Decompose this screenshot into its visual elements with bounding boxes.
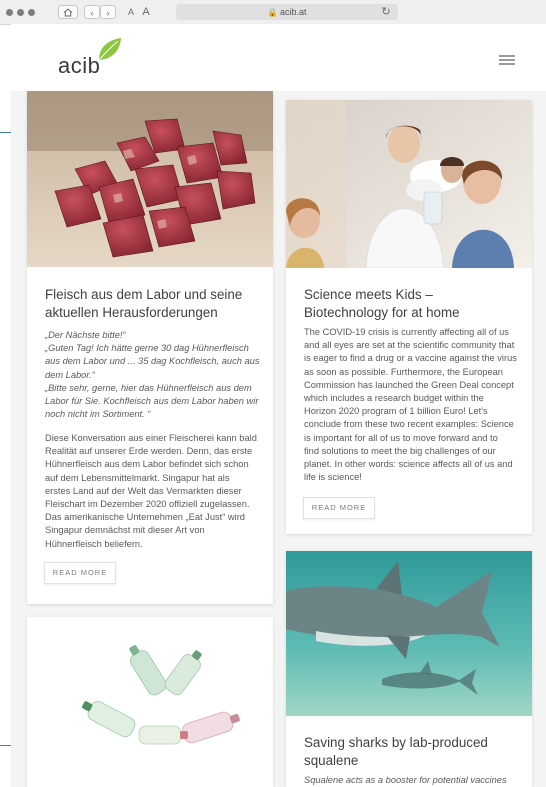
article-image-sharks[interactable]	[286, 551, 532, 716]
article-card-science-kids: Science meets Kids – Biotechnology for a…	[286, 100, 532, 534]
article-image-recycling-bottles[interactable]	[27, 617, 273, 787]
site-logo[interactable]: acib	[58, 36, 128, 82]
decorative-line	[0, 132, 11, 133]
minimize-window-icon[interactable]	[17, 9, 24, 16]
chevron-right-icon: ›	[106, 8, 110, 18]
read-more-button[interactable]: READ MORE	[303, 497, 375, 519]
zoom-window-icon[interactable]	[28, 9, 35, 16]
article-excerpt: Diese Konversation aus einer Fleischerei…	[45, 433, 257, 549]
article-image-meat-cubes[interactable]	[27, 91, 273, 267]
leaf-icon	[98, 38, 121, 61]
lock-icon: 🔒	[267, 8, 278, 17]
article-quote: „Der Nächste bitte!“ „Guten Tag! Ich hät…	[45, 330, 260, 420]
article-card-recycling	[27, 617, 273, 787]
article-title[interactable]: Saving sharks by lab-produced squalene	[304, 734, 519, 770]
article-title[interactable]: Fleisch aus dem Labor und seine aktuelle…	[45, 286, 260, 322]
logo-text: acib	[58, 53, 101, 78]
back-button[interactable]: ‹	[84, 5, 100, 19]
article-title[interactable]: Science meets Kids – Biotechnology for a…	[304, 286, 519, 322]
text-larger-button[interactable]: A	[139, 5, 153, 19]
article-card-sharks: Saving sharks by lab-produced squalene S…	[286, 551, 532, 787]
article-excerpt: The COVID-19 crisis is currently affecti…	[304, 327, 517, 483]
site-header: acib	[11, 24, 546, 91]
read-more-button[interactable]: READ MORE	[44, 562, 116, 584]
close-window-icon[interactable]	[6, 9, 13, 16]
menu-button[interactable]	[499, 55, 515, 65]
forward-button[interactable]: ›	[100, 5, 116, 19]
decorative-line	[0, 745, 11, 746]
home-button[interactable]	[58, 5, 78, 19]
url-text: acib.at	[279, 7, 307, 17]
browser-toolbar: ‹ › A A ≡ 🔒 acib.at ↻	[0, 0, 546, 25]
address-bar[interactable]: 🔒 acib.at	[176, 4, 398, 20]
article-card-lab-meat: Fleisch aus dem Labor und seine aktuelle…	[27, 91, 273, 604]
article-subtitle: Squalene acts as a booster for potential…	[304, 775, 507, 785]
chevron-left-icon: ‹	[90, 8, 94, 18]
reload-icon[interactable]: ↻	[379, 5, 393, 19]
text-smaller-button[interactable]: A	[124, 5, 138, 19]
home-icon	[63, 8, 73, 17]
article-image-science-kids[interactable]	[286, 100, 532, 268]
